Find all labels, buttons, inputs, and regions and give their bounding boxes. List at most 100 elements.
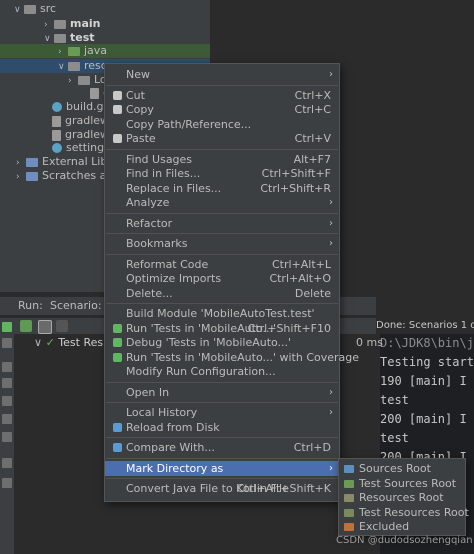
menu-item[interactable]: Build Module 'MobileAutoTest.test' — [105, 306, 339, 321]
chevron-right-icon: › — [329, 197, 333, 208]
menu-item-shortcut: Ctrl+Alt+Shift+K — [236, 482, 331, 495]
expand-arrow-icon[interactable]: › — [44, 18, 54, 32]
folder-icon — [26, 171, 38, 181]
submenu-item[interactable]: Test Resources Root — [339, 506, 469, 520]
menu-item[interactable]: Bookmarks › — [105, 236, 339, 251]
menu-item[interactable]: Convert Java File to Kotlin File Ctrl+Alt… — [105, 481, 339, 496]
import-icon[interactable] — [2, 414, 12, 424]
submenu-item-label: Test Sources Root — [359, 476, 457, 490]
menu-item[interactable]: Mark Directory as › — [105, 460, 339, 476]
submenu-item[interactable]: Sources Root — [339, 462, 465, 476]
menu-item-label: Local History — [126, 406, 198, 419]
menu-item-label: Replace in Files... — [126, 181, 222, 195]
menu-item[interactable]: New › — [105, 67, 339, 82]
menu-item-shortcut: Alt+F7 — [293, 152, 331, 166]
menu-item[interactable]: Paste Ctrl+V — [105, 131, 339, 146]
menu-item-label: Reload from Disk — [126, 420, 220, 434]
menu-item[interactable]: Modify Run Configuration... — [105, 364, 339, 379]
console-line: 200 [main] I — [380, 412, 467, 426]
menu-item[interactable]: Compare With... Ctrl+D — [105, 440, 339, 455]
menu-item-label: Find Usages — [126, 152, 193, 166]
stop-icon[interactable] — [2, 362, 12, 372]
submenu-item[interactable]: Resources Root — [339, 491, 465, 505]
menu-item-label: Build Module 'MobileAutoTest.test' — [126, 307, 315, 320]
chevron-down-icon[interactable]: ∨ — [34, 336, 46, 349]
menu-item-label: Delete... — [126, 286, 173, 300]
menu-item-shortcut: Ctrl+V — [294, 132, 331, 145]
reload-icon — [113, 422, 122, 432]
folder-icon — [344, 523, 354, 531]
menu-separator — [106, 212, 338, 214]
menu-separator — [106, 381, 338, 383]
menu-item[interactable]: Reload from Disk — [105, 420, 339, 435]
folder-icon — [26, 157, 38, 167]
test-duration: 0 ms — [356, 336, 383, 349]
menu-item[interactable]: Analyze › — [105, 195, 339, 210]
console-line: test — [380, 393, 409, 407]
console-line: Testing start — [380, 355, 474, 369]
file-icon — [90, 87, 99, 99]
folder-icon — [344, 465, 354, 473]
watermark: CSDN @dudodsozhengqian — [336, 535, 473, 546]
expand-arrow-icon[interactable]: › — [16, 170, 26, 184]
expand-arrow-icon[interactable]: ∨ — [14, 3, 24, 17]
sort-icon[interactable] — [56, 320, 68, 332]
check-pass-icon: ✓ — [45, 336, 59, 349]
menu-item-label: Analyze — [126, 196, 170, 209]
debug-icon — [113, 338, 122, 347]
chevron-right-icon: › — [329, 407, 333, 418]
chevron-right-icon: › — [329, 386, 333, 398]
tree-item[interactable]: › java — [0, 44, 210, 58]
menu-item[interactable]: Copy Ctrl+C — [105, 102, 339, 117]
menu-item[interactable]: Refactor › — [105, 216, 339, 231]
layout-icon[interactable] — [2, 458, 12, 468]
menu-item[interactable]: Debug 'Tests in 'MobileAuto...' — [105, 335, 339, 350]
tree-item-label: gradlew — [65, 114, 110, 127]
wrench-icon[interactable] — [2, 338, 12, 348]
menu-item[interactable]: Reformat Code Ctrl+Alt+L — [105, 257, 339, 272]
menu-item[interactable]: Run 'Tests in 'MobileAuto...' Ctrl+Shift+… — [105, 321, 339, 336]
expand-arrow-icon[interactable]: › — [68, 74, 78, 88]
expand-arrow-icon[interactable]: › — [58, 45, 68, 59]
cut-icon — [113, 90, 122, 100]
pin-icon[interactable] — [2, 478, 12, 488]
settings-icon[interactable] — [2, 432, 12, 442]
submenu-item-label: Excluded — [359, 520, 410, 533]
menu-item[interactable]: Copy Path/Reference... — [105, 117, 339, 132]
menu-item-shortcut: Ctrl+Shift+F10 — [247, 321, 331, 335]
rerun-icon[interactable] — [2, 322, 12, 332]
expand-arrow-icon[interactable]: › — [16, 156, 26, 170]
expand-arrow-icon[interactable]: ∨ — [58, 60, 68, 74]
menu-item[interactable]: Optimize Imports Ctrl+Alt+O — [105, 271, 339, 286]
menu-item-label: Reformat Code — [126, 257, 209, 271]
menu-item-shortcut: Ctrl+Alt+L — [271, 257, 331, 271]
export-icon[interactable] — [2, 396, 12, 406]
menu-item[interactable]: Run 'Tests in 'MobileAuto...' with Cover… — [105, 350, 359, 365]
folder-icon — [344, 508, 354, 517]
menu-item[interactable]: Find in Files... Ctrl+Shift+F — [105, 166, 339, 181]
chevron-right-icon: › — [329, 69, 333, 80]
run-icon — [113, 323, 122, 333]
submenu-item[interactable]: Test Sources Root — [339, 477, 465, 491]
menu-item[interactable]: Open In › — [105, 385, 339, 400]
menu-item[interactable]: Local History › — [105, 405, 339, 420]
menu-item[interactable]: Delete... Delete — [105, 286, 339, 301]
cancel-circle-icon[interactable] — [38, 320, 52, 334]
menu-item-shortcut: Ctrl+Alt+O — [269, 272, 331, 285]
run-tab-label[interactable]: Run: — [18, 297, 43, 315]
test-result-row[interactable]: ∨ ✓ Test Resul — [34, 335, 113, 351]
folder-icon — [54, 19, 66, 29]
file-icon — [52, 129, 61, 141]
menu-separator — [106, 303, 338, 304]
menu-item[interactable]: Cut Ctrl+X — [105, 88, 339, 103]
menu-item[interactable]: Replace in Files... Ctrl+Shift+R — [105, 181, 339, 196]
menu-separator — [106, 478, 338, 479]
check-icon[interactable] — [20, 320, 32, 332]
submenu-item-label: Resources Root — [359, 491, 444, 504]
menu-separator — [106, 437, 338, 438]
camera-icon[interactable] — [2, 378, 12, 388]
submenu-item[interactable]: Excluded — [339, 520, 465, 534]
menu-item-label: Compare With... — [126, 441, 215, 454]
paste-icon — [113, 134, 122, 143]
menu-item[interactable]: Find Usages Alt+F7 — [105, 152, 339, 167]
